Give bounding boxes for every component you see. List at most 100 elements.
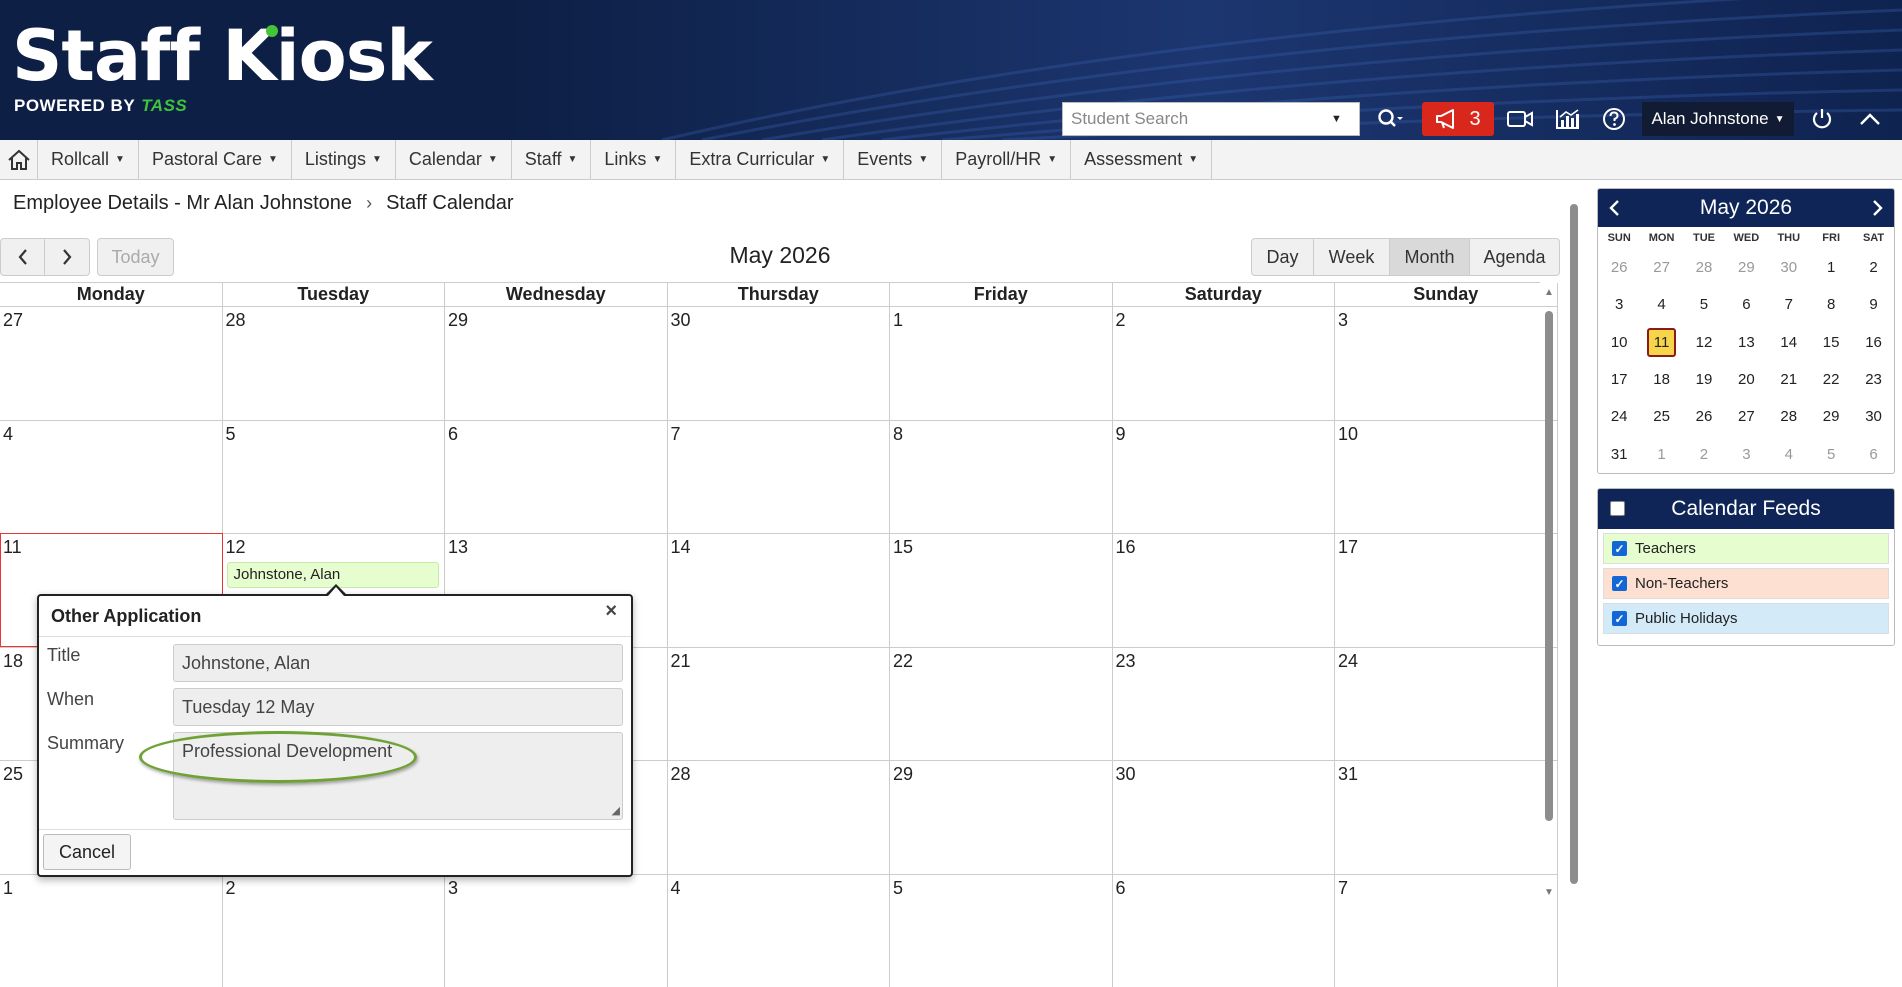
day-cell[interactable]: 24 — [1335, 647, 1558, 761]
mini-day[interactable]: 14 — [1768, 324, 1810, 361]
day-cell[interactable]: 16 — [1113, 533, 1336, 647]
select-all-feeds-checkbox[interactable] — [1610, 501, 1625, 516]
mini-day[interactable]: 4 — [1640, 286, 1682, 323]
chevron-down-icon[interactable]: ▼ — [1331, 113, 1342, 125]
chevron-right-icon[interactable] — [1870, 199, 1884, 217]
day-cell[interactable]: 9 — [1113, 420, 1336, 534]
scroll-up-icon[interactable]: ▲ — [1544, 287, 1554, 298]
day-cell[interactable]: 1 — [890, 306, 1113, 420]
help-button[interactable] — [1596, 102, 1632, 136]
mini-day[interactable]: 26 — [1683, 398, 1725, 435]
mini-day[interactable]: 23 — [1852, 361, 1894, 398]
resize-grip-icon[interactable]: ◢ — [612, 804, 620, 817]
home-button[interactable] — [0, 140, 38, 179]
mini-day[interactable]: 17 — [1598, 361, 1640, 398]
scrollbar-thumb[interactable] — [1545, 311, 1553, 821]
collapse-header-button[interactable] — [1850, 102, 1890, 136]
day-cell[interactable]: 5 — [890, 874, 1113, 987]
title-field[interactable]: Johnstone, Alan — [173, 644, 623, 682]
mini-day[interactable]: 28 — [1768, 398, 1810, 435]
day-cell[interactable]: 4 — [0, 420, 223, 534]
day-cell[interactable]: 2 — [223, 874, 446, 987]
nav-staff[interactable]: Staff▼ — [512, 140, 592, 179]
mini-day[interactable]: 5 — [1810, 435, 1852, 472]
checkbox-checked-icon[interactable]: ✓ — [1612, 611, 1627, 626]
checkbox-checked-icon[interactable]: ✓ — [1612, 541, 1627, 556]
close-icon[interactable]: × — [605, 600, 617, 623]
day-cell[interactable]: 29 — [890, 760, 1113, 874]
mini-day-selected[interactable]: 11 — [1640, 324, 1682, 361]
nav-calendar[interactable]: Calendar▼ — [396, 140, 512, 179]
mini-day[interactable]: 20 — [1725, 361, 1767, 398]
day-cell[interactable]: 30 — [1113, 760, 1336, 874]
day-cell[interactable]: 7 — [1335, 874, 1558, 987]
day-cell[interactable]: 15 — [890, 533, 1113, 647]
today-button[interactable]: Today — [97, 238, 174, 276]
day-cell[interactable]: 28 — [223, 306, 446, 420]
analytics-button[interactable] — [1550, 102, 1586, 136]
mini-day[interactable]: 3 — [1598, 286, 1640, 323]
feed-non-teachers[interactable]: ✓ Non-Teachers — [1603, 568, 1889, 599]
nav-assessment[interactable]: Assessment▼ — [1071, 140, 1212, 179]
chevron-left-icon[interactable] — [1608, 199, 1622, 217]
video-button[interactable] — [1502, 102, 1538, 136]
mini-day[interactable]: 6 — [1852, 435, 1894, 472]
mini-day[interactable]: 7 — [1768, 286, 1810, 323]
day-cell[interactable]: 3 — [1335, 306, 1558, 420]
day-cell[interactable]: 23 — [1113, 647, 1336, 761]
nav-links[interactable]: Links▼ — [591, 140, 676, 179]
mini-day[interactable]: 9 — [1852, 286, 1894, 323]
mini-day[interactable]: 25 — [1640, 398, 1682, 435]
mini-day[interactable]: 18 — [1640, 361, 1682, 398]
mini-day[interactable]: 21 — [1768, 361, 1810, 398]
mini-day[interactable]: 19 — [1683, 361, 1725, 398]
day-cell[interactable]: 21 — [668, 647, 891, 761]
day-cell[interactable]: 4 — [668, 874, 891, 987]
view-day-button[interactable]: Day — [1251, 238, 1314, 276]
day-cell[interactable]: 6 — [1113, 874, 1336, 987]
day-cell[interactable]: 28 — [668, 760, 891, 874]
mini-day[interactable]: 12 — [1683, 324, 1725, 361]
mini-day[interactable]: 30 — [1852, 398, 1894, 435]
mini-day[interactable]: 27 — [1640, 249, 1682, 286]
next-month-button[interactable] — [45, 238, 90, 276]
mini-day[interactable]: 28 — [1683, 249, 1725, 286]
search-options-button[interactable] — [1368, 102, 1412, 136]
day-cell[interactable]: 1 — [0, 874, 223, 987]
calendar-scrollbar[interactable]: ▲ ▼ — [1542, 287, 1556, 907]
feed-teachers[interactable]: ✓ Teachers — [1603, 533, 1889, 564]
mini-day[interactable]: 5 — [1683, 286, 1725, 323]
student-search[interactable]: ▼ — [1062, 102, 1360, 136]
day-cell[interactable]: 5 — [223, 420, 446, 534]
day-cell[interactable]: 17 — [1335, 533, 1558, 647]
when-field[interactable]: Tuesday 12 May — [173, 688, 623, 726]
day-cell[interactable]: 30 — [668, 306, 891, 420]
feed-public-holidays[interactable]: ✓ Public Holidays — [1603, 603, 1889, 634]
mini-day[interactable]: 1 — [1810, 249, 1852, 286]
mini-day[interactable]: 15 — [1810, 324, 1852, 361]
user-menu-button[interactable]: Alan Johnstone ▼ — [1642, 102, 1794, 136]
student-search-input[interactable] — [1071, 109, 1331, 129]
day-cell[interactable]: 31 — [1335, 760, 1558, 874]
day-cell[interactable]: 29 — [445, 306, 668, 420]
day-cell[interactable]: 27 — [0, 306, 223, 420]
logout-button[interactable] — [1802, 102, 1842, 136]
page-scrollbar[interactable] — [1566, 184, 1582, 904]
cancel-button[interactable]: Cancel — [43, 834, 131, 870]
day-cell[interactable]: 8 — [890, 420, 1113, 534]
mini-day[interactable]: 29 — [1810, 398, 1852, 435]
nav-listings[interactable]: Listings▼ — [292, 140, 396, 179]
mini-day[interactable]: 22 — [1810, 361, 1852, 398]
prev-month-button[interactable] — [0, 238, 45, 276]
announcements-button[interactable]: 3 — [1422, 102, 1494, 136]
mini-day[interactable]: 4 — [1768, 435, 1810, 472]
mini-day[interactable]: 31 — [1598, 435, 1640, 472]
mini-day[interactable]: 13 — [1725, 324, 1767, 361]
day-cell[interactable]: 2 — [1113, 306, 1336, 420]
day-cell[interactable]: 10 — [1335, 420, 1558, 534]
view-month-button[interactable]: Month — [1390, 238, 1470, 276]
mini-day[interactable]: 8 — [1810, 286, 1852, 323]
day-cell[interactable]: 3 — [445, 874, 668, 987]
view-agenda-button[interactable]: Agenda — [1470, 238, 1560, 276]
nav-pastoral-care[interactable]: Pastoral Care▼ — [139, 140, 292, 179]
